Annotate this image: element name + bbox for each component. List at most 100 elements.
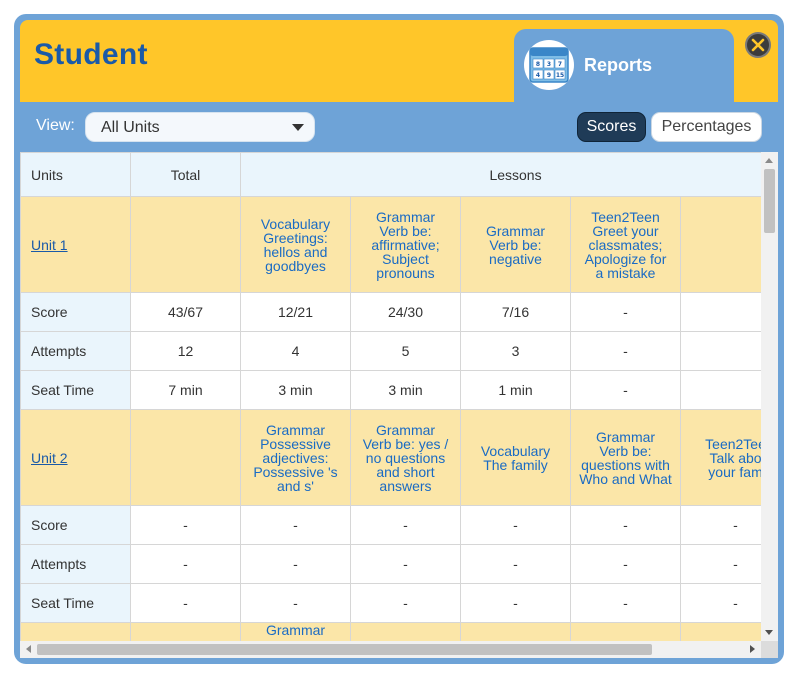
lesson-cell: [679, 196, 761, 293]
lesson-title-line: Talk abo: [709, 449, 761, 466]
vertical-scrollbar[interactable]: [761, 152, 778, 641]
scroll-right-icon[interactable]: [750, 645, 755, 653]
lesson-title[interactable]: Vocabulary The family: [462, 442, 570, 473]
score-row: Score - - - - - -: [20, 505, 761, 545]
lesson-cell: Grammar Verb be: questions with Who and Wha…: [570, 409, 681, 506]
unit-name-cell: Unit 2: [20, 409, 131, 506]
close-button[interactable]: [745, 32, 771, 58]
lesson-cell: Vocabulary Greetings: hellos and goodbyes: [240, 196, 351, 293]
svg-text:9: 9: [547, 72, 551, 79]
value-cell: -: [570, 370, 681, 410]
row-label: Seat Time: [20, 370, 131, 410]
lesson-title-line: and s': [277, 477, 314, 494]
value-cell: [679, 331, 761, 371]
lesson-cell: Teen2Teen Greet your classmates; Apologize …: [570, 196, 681, 293]
lesson-title-line: negative: [489, 250, 542, 267]
value-cell: 1 min: [460, 370, 571, 410]
value-cell: -: [240, 544, 351, 584]
lesson-cell: Teen2Tee Talk abo your fam: [679, 409, 761, 506]
lesson-title-line: Vocabulary: [480, 442, 551, 459]
lesson-title-line: Subject: [382, 250, 429, 267]
lesson-title-line: Grammar: [485, 222, 546, 239]
lesson-title-line: Verb be:: [599, 442, 652, 459]
unit-link[interactable]: Unit 2: [31, 450, 68, 466]
lesson-title-line: Grammar: [595, 428, 656, 445]
lesson-title[interactable]: Grammar Verb be: yes / no questions and sho…: [352, 423, 460, 493]
percentages-toggle-button[interactable]: Percentages: [651, 112, 762, 142]
lesson-title-line: goodbyes: [265, 257, 326, 274]
value-cell: -: [679, 583, 761, 623]
lesson-cell: Grammar Verb be: affirmative; Subject pronou…: [350, 196, 461, 293]
lesson-title-line: hellos and: [263, 243, 328, 260]
unit-row: Unit 2 Grammar Possessive adjectives: Posses…: [20, 409, 761, 506]
value-cell: -: [679, 505, 761, 545]
value-cell: 4: [240, 331, 351, 371]
lesson-title[interactable]: Teen2Teen Greet your classmates; Apologize …: [572, 208, 680, 280]
lesson-title-line: questions with: [581, 456, 670, 473]
calendar-report-icon: 837 4 9 15: [524, 40, 574, 90]
lesson-title-line: Verb be:: [489, 236, 542, 253]
value-cell: -: [570, 331, 681, 371]
value-cell: -: [679, 544, 761, 584]
vertical-scroll-thumb[interactable]: [764, 169, 775, 233]
lesson-title-line: Grammar: [265, 421, 326, 438]
value-cell: -: [240, 583, 351, 623]
row-label: Score: [20, 505, 131, 545]
value-cell: 7 min: [130, 370, 241, 410]
lesson-title-line: Possessive 's: [253, 463, 338, 480]
horizontal-scrollbar[interactable]: [20, 641, 761, 658]
value-cell: 3: [460, 331, 571, 371]
value-cell: 7/16: [460, 292, 571, 332]
units-column-header: Units: [20, 152, 131, 197]
lesson-title[interactable]: Vocabulary Greetings: hellos and goodbyes: [242, 217, 350, 274]
lesson-title[interactable]: Grammar Possessive adjectives: Possessive '…: [242, 421, 350, 494]
lesson-title-line: and short: [376, 463, 435, 480]
value-cell: -: [240, 505, 351, 545]
lessons-column-header: Lessons: [239, 152, 761, 197]
lesson-title[interactable]: Grammar: [242, 624, 350, 638]
attempts-row: Attempts - - - - - -: [20, 544, 761, 584]
lesson-title-line: Greetings:: [263, 229, 328, 246]
unit-row: Unit 1 Vocabulary Greetings: hellos and good…: [20, 196, 761, 293]
lesson-title[interactable]: Grammar Verb be: questions with Who and Wha…: [572, 428, 680, 487]
scroll-up-icon[interactable]: [765, 158, 773, 163]
lesson-title-line: Teen2Teen: [591, 208, 660, 225]
value-cell: -: [130, 583, 241, 623]
value-cell: -: [460, 505, 571, 545]
svg-text:7: 7: [558, 61, 562, 68]
value-cell: [679, 370, 761, 410]
lesson-title-line: affirmative;: [371, 236, 440, 253]
lesson-title[interactable]: Grammar Verb be: affirmative; Subject pronou…: [352, 210, 460, 280]
scroll-down-icon[interactable]: [765, 630, 773, 635]
unit-row: Grammar: [20, 622, 761, 641]
unit-total-cell: [130, 622, 241, 641]
unit-name-cell: Unit 1: [20, 196, 131, 293]
value-cell: 5: [350, 331, 461, 371]
row-label: Seat Time: [20, 583, 131, 623]
view-dropdown[interactable]: All Units: [85, 112, 315, 142]
svg-text:3: 3: [547, 61, 551, 68]
value-cell: 3 min: [350, 370, 461, 410]
lesson-title-line: The family: [483, 456, 548, 473]
view-dropdown-value: All Units: [101, 119, 160, 136]
horizontal-scroll-thumb[interactable]: [37, 644, 652, 655]
scores-toggle-button[interactable]: Scores: [577, 112, 646, 142]
lesson-title-line: Who and What: [579, 470, 672, 487]
attempts-row: Attempts 12 4 5 3-: [20, 331, 761, 371]
lesson-title[interactable]: Teen2Tee Talk abo your fam: [682, 437, 761, 479]
unit-link[interactable]: Unit 1: [31, 237, 68, 253]
value-cell: -: [460, 583, 571, 623]
lesson-title[interactable]: Grammar Verb be: negative: [462, 222, 570, 267]
value-cell: 12/21: [240, 292, 351, 332]
close-icon: [751, 38, 765, 52]
row-label: Score: [20, 292, 131, 332]
scroll-left-icon[interactable]: [26, 645, 31, 653]
value-cell: -: [350, 505, 461, 545]
lesson-title-line: Verb be: yes /: [362, 435, 449, 452]
value-cell: -: [570, 292, 681, 332]
unit-total-cell: [130, 409, 241, 506]
svg-text:4: 4: [536, 72, 540, 79]
tab-reports-label[interactable]: Reports: [584, 55, 652, 76]
svg-text:15: 15: [556, 72, 564, 79]
value-cell: 24/30: [350, 292, 461, 332]
